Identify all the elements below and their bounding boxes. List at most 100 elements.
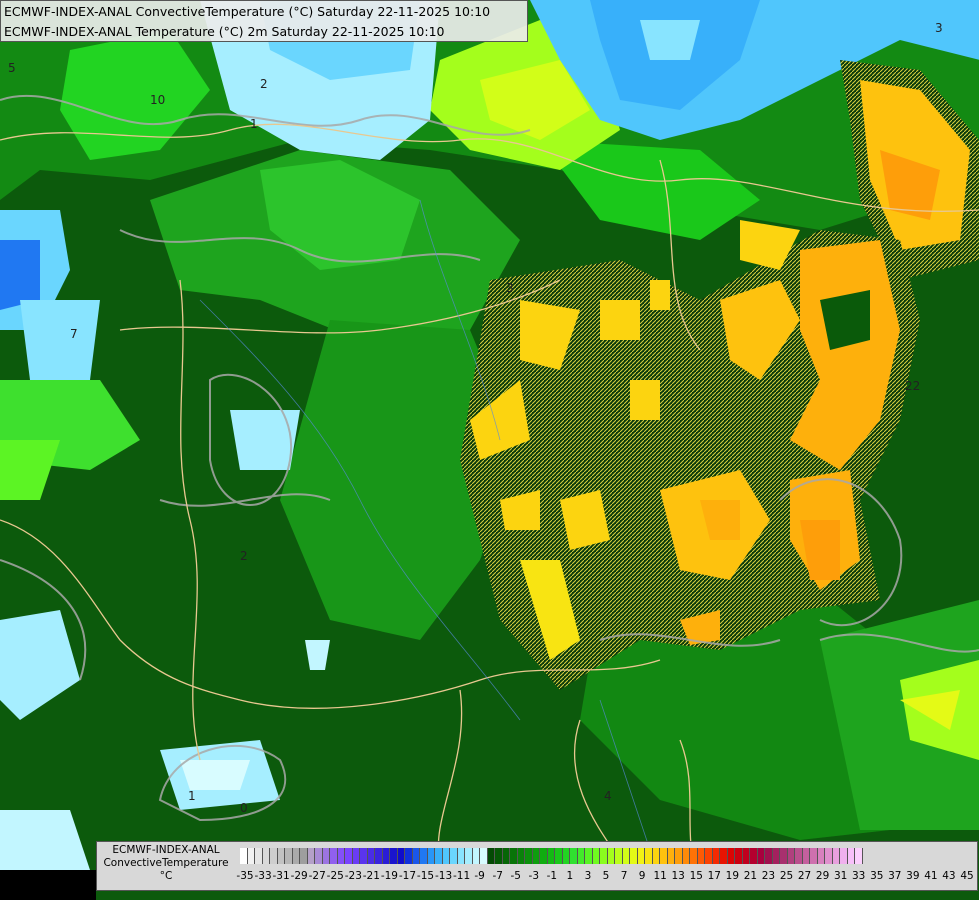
- legend-tick: 7: [620, 870, 628, 882]
- legend-tick: -5: [510, 870, 521, 882]
- legend-swatch: [540, 848, 548, 864]
- legend-swatch: [840, 848, 848, 864]
- legend-swatch: [450, 848, 458, 864]
- legend-swatch: [300, 848, 308, 864]
- legend-swatch: [802, 848, 810, 864]
- isoline-label: 22: [905, 379, 920, 393]
- legend-swatch: [630, 848, 638, 864]
- legend-title: ECMWF-INDEX-ANAL ConvectiveTemperature °…: [97, 844, 235, 883]
- legend-tick: -11: [453, 870, 471, 882]
- legend-swatch: [735, 848, 743, 864]
- legend-swatch: [457, 848, 465, 864]
- legend-swatch: [375, 848, 383, 864]
- legend-swatch: [502, 848, 510, 864]
- legend-tick: -33: [254, 870, 272, 882]
- legend-tick: -21: [362, 870, 380, 882]
- map-corner-fill: [0, 870, 96, 900]
- legend-tick: 9: [638, 870, 646, 882]
- legend-tick: 31: [833, 870, 848, 882]
- legend-swatch: [240, 848, 248, 864]
- legend-tick: -19: [380, 870, 398, 882]
- legend-swatch: [675, 848, 683, 864]
- legend-swatch: [465, 848, 473, 864]
- legend-swatch: [292, 848, 300, 864]
- legend-swatch: [697, 848, 705, 864]
- legend-swatch: [810, 848, 818, 864]
- isoline-label: 3: [506, 281, 514, 295]
- legend-swatch: [480, 848, 488, 864]
- legend-swatch: [817, 848, 825, 864]
- legend-swatch: [360, 848, 368, 864]
- weather-map: 5 2 1 10 7 2 3 22 1 0 3 4: [0, 0, 979, 900]
- legend-tick: 35: [870, 870, 884, 882]
- legend-tick: 3: [584, 870, 592, 882]
- legend-title-unit: °C: [159, 870, 173, 882]
- legend-swatch: [727, 848, 735, 864]
- legend-swatch: [652, 848, 660, 864]
- legend-swatch: [247, 848, 255, 864]
- legend-title-model: ECMWF-INDEX-ANAL: [112, 844, 220, 856]
- map-title-convective: ECMWF-INDEX-ANAL ConvectiveTemperature (…: [4, 4, 491, 19]
- legend-swatch: [765, 848, 773, 864]
- legend-tick: -31: [272, 870, 290, 882]
- map-title-temperature: ECMWF-INDEX-ANAL Temperature (°C) 2m Sat…: [4, 24, 445, 39]
- legend-swatch: [600, 848, 608, 864]
- legend-swatch: [420, 848, 428, 864]
- legend-tick: 41: [924, 870, 938, 882]
- isoline-label: 5: [8, 61, 16, 75]
- legend-swatch: [397, 848, 405, 864]
- legend-swatch: [532, 848, 540, 864]
- legend-swatch: [487, 848, 495, 864]
- legend-swatch: [255, 848, 263, 864]
- legend-tick: -25: [326, 870, 344, 882]
- legend-swatch: [525, 848, 533, 864]
- legend-swatch: [352, 848, 360, 864]
- legend-swatch: [382, 848, 390, 864]
- legend-swatch: [645, 848, 653, 864]
- legend-tick: 1: [566, 870, 574, 882]
- legend-swatch: [517, 848, 525, 864]
- legend-swatch: [315, 848, 323, 864]
- legend-tick: 23: [761, 870, 776, 882]
- legend-swatch: [577, 848, 585, 864]
- legend-tick: -35: [236, 870, 254, 882]
- legend-tick: 43: [942, 870, 956, 882]
- legend-tick: 39: [906, 870, 920, 882]
- legend-tick: 25: [779, 870, 794, 882]
- legend-swatch: [772, 848, 780, 864]
- legend-tick: 45: [960, 870, 974, 882]
- legend-tick: -1: [546, 870, 558, 882]
- legend-swatch: [622, 848, 630, 864]
- legend-tick: 13: [671, 870, 685, 882]
- isoline-label: 0: [240, 801, 248, 815]
- isoline-label: 1: [188, 789, 196, 803]
- legend-swatch: [637, 848, 645, 864]
- legend-swatch: [592, 848, 600, 864]
- isoline-label: 3: [935, 21, 943, 35]
- legend-swatch: [705, 848, 713, 864]
- legend-tick: -15: [416, 870, 435, 882]
- legend-swatch: [780, 848, 788, 864]
- legend-swatch: [832, 848, 840, 864]
- legend-swatch: [547, 848, 555, 864]
- legend-tick: 11: [653, 870, 667, 882]
- legend-swatch: [270, 848, 278, 864]
- legend-tick: -13: [434, 870, 453, 882]
- legend-swatch: [442, 848, 450, 864]
- legend-swatch: [405, 848, 413, 864]
- legend-swatch: [847, 848, 855, 864]
- legend-tick-labels: -35 -33 -31 -29 -27 -25 -23 -21 -19 -17 -15 -13 -11-…: [235, 870, 977, 886]
- legend-tick: 19: [725, 870, 740, 882]
- legend-swatch: [855, 848, 863, 864]
- legend-tick: -23: [344, 870, 362, 882]
- legend-tick: -7: [492, 870, 503, 882]
- legend-swatch: [322, 848, 330, 864]
- map-title-box: ECMWF-INDEX-ANAL ConvectiveTemperature (…: [0, 0, 528, 42]
- legend-tick: 33: [852, 870, 866, 882]
- legend-swatch: [562, 848, 570, 864]
- legend-swatch: [720, 848, 728, 864]
- isoline-label: 1: [250, 117, 258, 131]
- legend-tick: -9: [474, 870, 485, 882]
- legend-swatch: [570, 848, 578, 864]
- legend-swatch: [427, 848, 435, 864]
